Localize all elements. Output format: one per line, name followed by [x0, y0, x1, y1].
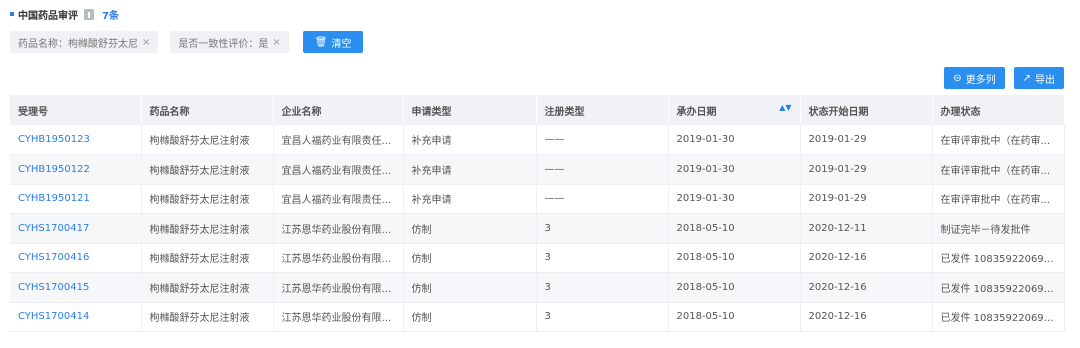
- more-columns-button[interactable]: ⊖ 更多列: [944, 67, 1005, 89]
- application-type-cell: 仿制: [403, 243, 537, 273]
- column-header-sortable[interactable]: 承办日期 ▲▼: [668, 95, 801, 125]
- company-name-cell: 宜昌人福药业有限责任...: [273, 154, 404, 185]
- table-row[interactable]: CYHB1950121 枸橼酸舒芬太尼注射液 宜昌人福药业有限责任... 补充申请 ——…: [10, 184, 1065, 214]
- status-cell: 已发件 1083592206933: [932, 272, 1065, 303]
- acceptance-number-link[interactable]: CYHS1700415: [10, 272, 142, 303]
- export-icon: ↗: [1022, 72, 1031, 84]
- registration-type-cell: ——: [536, 184, 669, 214]
- table-header-row: 受理号 药品名称 企业名称 申请类型 注册类型 承办日期 ▲▼ 状态开始日期 办…: [10, 95, 1065, 125]
- registration-type-cell: ——: [536, 125, 669, 155]
- table-toolbar: ⊖ 更多列 ↗ 导出: [935, 67, 1064, 89]
- section-header: 中国药品审评 7条: [10, 6, 119, 22]
- drug-name-cell: 枸橼酸舒芬太尼注射液: [141, 213, 274, 244]
- drug-name-cell: 枸橼酸舒芬太尼注射液: [141, 184, 274, 214]
- column-header[interactable]: 状态开始日期: [800, 95, 933, 125]
- column-header[interactable]: 办理状态: [932, 95, 1065, 125]
- status-start-date-cell: 2019-01-29: [800, 184, 933, 214]
- minus-circle-icon: ⊖: [953, 72, 962, 84]
- company-name-cell: 宜昌人福药业有限责任...: [273, 184, 404, 214]
- drug-name-cell: 枸橼酸舒芬太尼注射液: [141, 125, 274, 155]
- info-icon[interactable]: [84, 8, 94, 20]
- registration-type-cell: 3: [536, 243, 669, 273]
- status-start-date-cell: 2020-12-11: [800, 213, 933, 244]
- status-start-date-cell: 2019-01-29: [800, 154, 933, 185]
- undertake-date-cell: 2018-05-10: [668, 213, 801, 244]
- registration-type-cell: 3: [536, 213, 669, 244]
- status-cell: 已发件 1083592206933: [932, 243, 1065, 273]
- company-name-cell: 宜昌人福药业有限责任...: [273, 125, 404, 155]
- acceptance-number-link[interactable]: CYHS1700417: [10, 213, 142, 244]
- undertake-date-cell: 2018-05-10: [668, 243, 801, 273]
- filter-chip-consistency: 是否一致性评价：是 ×: [170, 31, 289, 53]
- status-cell: 在审评审批中（在药审...: [932, 125, 1065, 155]
- table-row[interactable]: CYHB1950123 枸橼酸舒芬太尼注射液 宜昌人福药业有限责任... 补充申请 ——…: [10, 125, 1065, 155]
- acceptance-number-link[interactable]: CYHB1950121: [10, 184, 142, 214]
- company-name-cell: 江苏恩华药业股份有限...: [273, 272, 404, 303]
- table-row[interactable]: CYHS1700414 枸橼酸舒芬太尼注射液 江苏恩华药业股份有限... 仿制 3 201…: [10, 302, 1065, 332]
- acceptance-number-link[interactable]: CYHB1950122: [10, 154, 142, 185]
- status-cell: 在审评审批中（在药审...: [932, 154, 1065, 185]
- page: 中国药品审评 7条 药品名称：枸橼酸舒芬太尼 × 是否一致性评价：是 × 🗑 清…: [0, 0, 1080, 348]
- sort-icon[interactable]: ▲▼: [779, 104, 791, 112]
- result-count: 7条: [102, 10, 119, 22]
- table-row[interactable]: CYHS1700416 枸橼酸舒芬太尼注射液 江苏恩华药业股份有限... 仿制 3 201…: [10, 243, 1065, 273]
- table-row[interactable]: CYHS1700417 枸橼酸舒芬太尼注射液 江苏恩华药业股份有限... 仿制 3 201…: [10, 213, 1065, 244]
- column-header-label: 承办日期: [676, 106, 717, 118]
- status-cell: 已发件 1083592206933: [932, 302, 1065, 332]
- drug-name-cell: 枸橼酸舒芬太尼注射液: [141, 243, 274, 273]
- undertake-date-cell: 2019-01-30: [668, 125, 801, 155]
- remove-filter-icon[interactable]: ×: [142, 37, 150, 48]
- application-type-cell: 仿制: [403, 272, 537, 303]
- more-columns-label: 更多列: [965, 74, 996, 86]
- filter-chip-drug-name: 药品名称：枸橼酸舒芬太尼 ×: [10, 31, 159, 53]
- undertake-date-cell: 2018-05-10: [668, 272, 801, 303]
- section-title: 中国药品审评: [18, 10, 78, 22]
- acceptance-number-link[interactable]: CYHS1700414: [10, 302, 142, 332]
- drug-name-cell: 枸橼酸舒芬太尼注射液: [141, 272, 274, 303]
- undertake-date-cell: 2018-05-10: [668, 302, 801, 332]
- remove-filter-icon[interactable]: ×: [272, 37, 280, 48]
- acceptance-number-link[interactable]: CYHS1700416: [10, 243, 142, 273]
- application-type-cell: 仿制: [403, 213, 537, 244]
- filter-bar: 药品名称：枸橼酸舒芬太尼 × 是否一致性评价：是 × 🗑 清空: [10, 31, 364, 53]
- column-header[interactable]: 申请类型: [403, 95, 537, 125]
- registration-type-cell: 3: [536, 272, 669, 303]
- company-name-cell: 江苏恩华药业股份有限...: [273, 213, 404, 244]
- table-row[interactable]: CYHS1700415 枸橼酸舒芬太尼注射液 江苏恩华药业股份有限... 仿制 3 201…: [10, 272, 1065, 303]
- export-label: 导出: [1035, 74, 1055, 86]
- bullet-icon: [10, 12, 14, 16]
- status-start-date-cell: 2020-12-16: [800, 243, 933, 273]
- results-table: 受理号 药品名称 企业名称 申请类型 注册类型 承办日期 ▲▼ 状态开始日期 办…: [10, 95, 1065, 332]
- status-cell: 制证完毕－待发批件: [932, 213, 1065, 244]
- clear-button-label: 清空: [331, 38, 352, 50]
- column-header[interactable]: 药品名称: [141, 95, 274, 125]
- registration-type-cell: 3: [536, 302, 669, 332]
- application-type-cell: 补充申请: [403, 184, 537, 214]
- company-name-cell: 江苏恩华药业股份有限...: [273, 243, 404, 273]
- filter-chip-label: 是否一致性评价：是: [178, 38, 269, 50]
- undertake-date-cell: 2019-01-30: [668, 184, 801, 214]
- column-header[interactable]: 企业名称: [273, 95, 404, 125]
- export-button[interactable]: ↗ 导出: [1013, 67, 1064, 89]
- acceptance-number-link[interactable]: CYHB1950123: [10, 125, 142, 155]
- status-start-date-cell: 2020-12-16: [800, 302, 933, 332]
- status-start-date-cell: 2020-12-16: [800, 272, 933, 303]
- filter-chip-label: 药品名称：枸橼酸舒芬太尼: [18, 38, 138, 50]
- company-name-cell: 江苏恩华药业股份有限...: [273, 302, 404, 332]
- drug-name-cell: 枸橼酸舒芬太尼注射液: [141, 302, 274, 332]
- column-header[interactable]: 受理号: [10, 95, 142, 125]
- application-type-cell: 仿制: [403, 302, 537, 332]
- status-cell: 在审评审批中（在药审...: [932, 184, 1065, 214]
- status-start-date-cell: 2019-01-29: [800, 125, 933, 155]
- application-type-cell: 补充申请: [403, 154, 537, 185]
- table-row[interactable]: CYHB1950122 枸橼酸舒芬太尼注射液 宜昌人福药业有限责任... 补充申请 ——…: [10, 154, 1065, 185]
- undertake-date-cell: 2019-01-30: [668, 154, 801, 185]
- column-header[interactable]: 注册类型: [536, 95, 669, 125]
- clear-button[interactable]: 🗑 清空: [302, 31, 364, 53]
- drug-name-cell: 枸橼酸舒芬太尼注射液: [141, 154, 274, 185]
- trash-icon: 🗑: [314, 36, 328, 48]
- application-type-cell: 补充申请: [403, 125, 537, 155]
- registration-type-cell: ——: [536, 154, 669, 185]
